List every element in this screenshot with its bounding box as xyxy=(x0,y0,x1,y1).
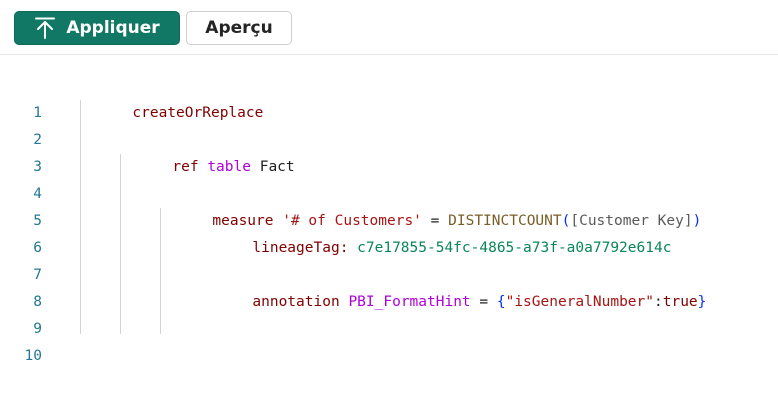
apply-button[interactable]: Appliquer xyxy=(14,11,180,45)
code-line: 9 xyxy=(0,289,778,337)
code-line: 5 measure '# of Customers' = DISTINCTCOU… xyxy=(0,181,778,229)
toolbar: Appliquer Aperçu xyxy=(0,0,778,55)
code-line: 4 xyxy=(0,154,778,202)
apply-button-label: Appliquer xyxy=(66,18,160,38)
code-line: 1 createOrReplace xyxy=(0,73,778,121)
preview-button[interactable]: Aperçu xyxy=(186,11,292,45)
code-line: 7 xyxy=(0,235,778,283)
code-line: 10 xyxy=(0,316,778,364)
code-editor[interactable]: 1 createOrReplace 2 3 ref table Fact 4 5… xyxy=(0,55,778,364)
code-line: 3 ref table Fact xyxy=(0,127,778,175)
code-line: 2 xyxy=(0,100,778,148)
code-line: 6 lineageTag: c7e17855-54fc-4865-a73f-a0… xyxy=(0,208,778,256)
code-line: 8 annotation PBI_FormatHint = {"isGenera… xyxy=(0,262,778,310)
upload-arrow-icon xyxy=(35,17,56,39)
preview-button-label: Aperçu xyxy=(205,18,273,38)
